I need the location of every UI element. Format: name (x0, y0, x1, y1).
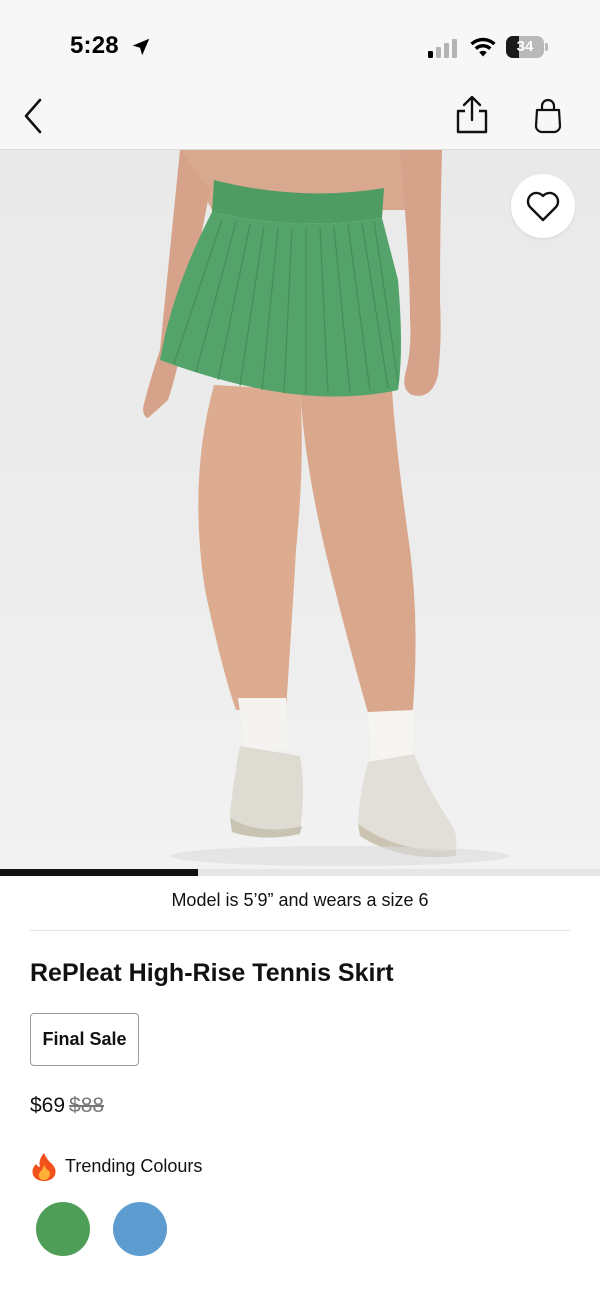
colour-swatch-green[interactable] (36, 1202, 90, 1256)
share-icon (456, 95, 488, 134)
chevron-left-icon (24, 98, 42, 134)
battery-level: 34 (516, 38, 534, 55)
wifi-icon (470, 37, 496, 57)
battery-indicator: 34 (506, 36, 548, 58)
wishlist-button[interactable] (511, 174, 575, 238)
product-image[interactable] (0, 150, 600, 876)
status-bar: 5:28 34 (0, 0, 600, 96)
divider (30, 930, 570, 931)
carousel-progress-indicator (0, 869, 198, 876)
back-button[interactable] (18, 96, 54, 136)
sale-price: $69 (30, 1094, 66, 1117)
product-photo (143, 150, 510, 866)
share-button[interactable] (452, 94, 492, 136)
product-title: RePleat High-Rise Tennis Skirt (30, 959, 394, 987)
shopping-bag-button[interactable] (530, 96, 566, 136)
shopping-bag-icon (534, 98, 562, 134)
original-price: $88 (69, 1094, 105, 1117)
location-arrow-icon (132, 38, 150, 56)
fire-icon (32, 1153, 56, 1181)
final-sale-badge: Final Sale (30, 1013, 139, 1066)
heart-icon (526, 191, 560, 222)
navigation-bar (0, 94, 600, 150)
image-carousel-progress (0, 869, 600, 876)
colour-swatch-blue[interactable] (113, 1202, 167, 1256)
trending-colours-label: Trending Colours (65, 1156, 203, 1176)
price: $69 $88 (30, 1094, 104, 1118)
model-size-note: Model is 5’9” and wears a size 6 (171, 890, 429, 910)
cellular-signal-icon (428, 39, 457, 58)
status-time: 5:28 (70, 32, 119, 59)
